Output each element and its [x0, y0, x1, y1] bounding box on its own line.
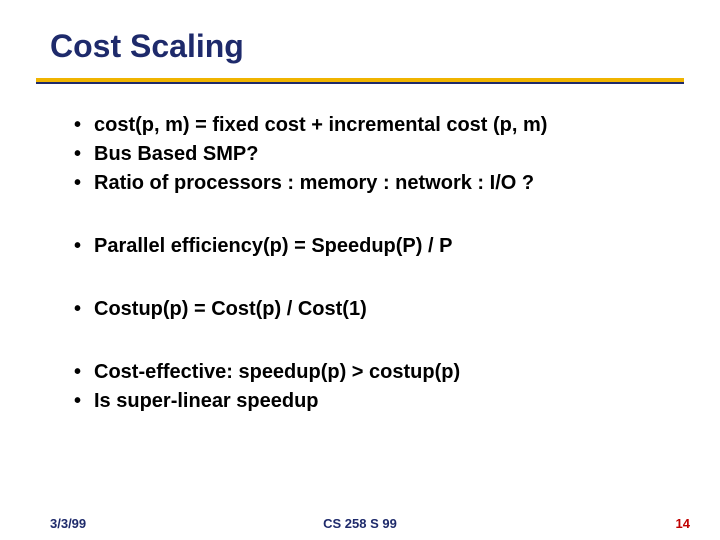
bullet-group-1: cost(p, m) = fixed cost + incremental co… [70, 112, 660, 197]
slide-body: cost(p, m) = fixed cost + incremental co… [70, 110, 660, 417]
group-gap [70, 325, 660, 357]
slide-title: Cost Scaling [50, 28, 244, 65]
bullet-item: Parallel efficiency(p) = Speedup(P) / P [70, 233, 660, 260]
bullet-item: Costup(p) = Cost(p) / Cost(1) [70, 296, 660, 323]
bullet-group-3: Costup(p) = Cost(p) / Cost(1) [70, 296, 660, 323]
bullet-item: cost(p, m) = fixed cost + incremental co… [70, 112, 660, 139]
bullet-item: Ratio of processors : memory : network :… [70, 170, 660, 197]
bullet-group-4: Cost-effective: speedup(p) > costup(p) I… [70, 359, 660, 415]
bullet-item: Bus Based SMP? [70, 141, 660, 168]
bullet-group-2: Parallel efficiency(p) = Speedup(P) / P [70, 233, 660, 260]
bullet-item: Cost-effective: speedup(p) > costup(p) [70, 359, 660, 386]
group-gap [70, 199, 660, 231]
group-gap [70, 262, 660, 294]
bullet-item: Is super-linear speedup [70, 388, 660, 415]
slide: Cost Scaling cost(p, m) = fixed cost + i… [0, 0, 720, 540]
footer-course: CS 258 S 99 [0, 516, 720, 531]
title-rule-blue [36, 82, 684, 84]
footer-page: 14 [676, 516, 690, 531]
